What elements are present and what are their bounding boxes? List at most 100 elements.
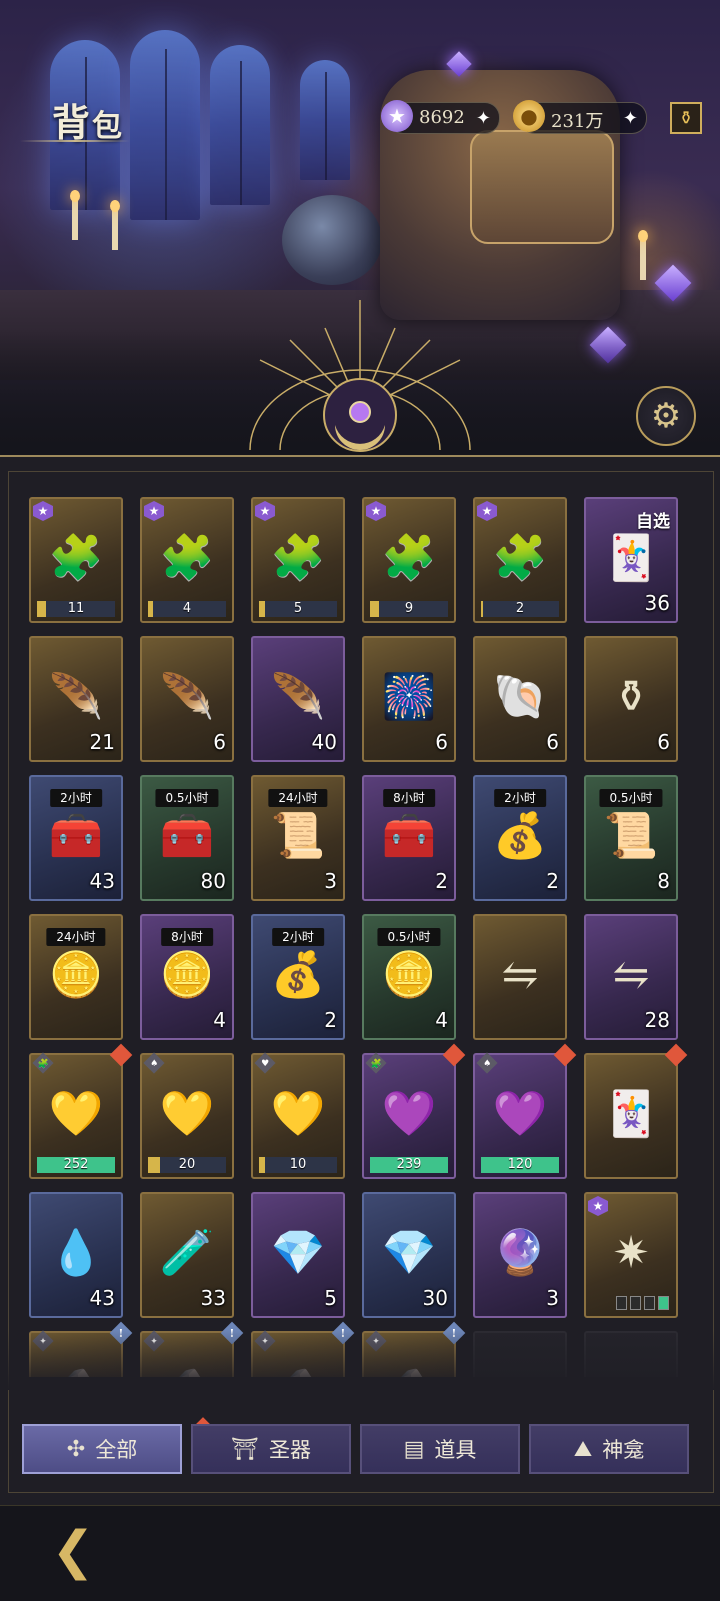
progress-count: 10	[289, 1157, 307, 1172]
tab-props[interactable]: ▤ 道具	[360, 1424, 520, 1474]
inventory-item[interactable]: 💛 🧩 252	[29, 1043, 133, 1179]
inventory-item[interactable]: ⚱ 6	[584, 636, 678, 762]
red-dot-badge	[553, 1043, 577, 1067]
inventory-item[interactable]: 💛 ♥ 10	[251, 1052, 345, 1179]
inventory-item[interactable]: 🧰 0.5小时 80	[140, 775, 234, 901]
item-icon: 🧪	[159, 1227, 215, 1279]
inventory-item[interactable]: 💛 ♠ 20	[140, 1052, 234, 1179]
all-icon: ✣	[66, 1436, 86, 1462]
inventory-item[interactable]: 💰 2小时 2	[251, 914, 345, 1040]
inventory-item[interactable]: 🧩 ★ 9	[362, 497, 456, 623]
inventory-item[interactable]: 💜 🧩 239	[362, 1043, 466, 1179]
item-icon: 💜	[492, 1088, 548, 1140]
potion-bag-button[interactable]: ⚱	[670, 102, 702, 134]
page-title-main: 背	[52, 100, 93, 145]
candle	[638, 230, 648, 280]
inventory-item[interactable]: 🪶 6	[140, 636, 234, 762]
inventory-item[interactable]: 💎 30	[362, 1192, 456, 1318]
inventory-item[interactable]: 💜 ♠ 120	[473, 1043, 577, 1179]
item-icon: 💎	[270, 1227, 326, 1279]
inventory-item[interactable]: 💰 2小时 2	[473, 775, 567, 901]
candle	[70, 190, 80, 240]
progress-count: 4	[182, 601, 192, 616]
inventory-item[interactable]: ✷ ★	[584, 1192, 678, 1318]
back-button[interactable]: ❮	[38, 1518, 108, 1584]
item-icon: 🪙	[381, 949, 437, 1001]
item-quantity: 80	[200, 869, 226, 893]
slot-pip	[658, 1296, 669, 1310]
inventory-item[interactable]: 🃏 自选 36	[584, 497, 678, 623]
item-icon: 🪙	[48, 949, 104, 1001]
teapot-illustration	[282, 195, 382, 285]
inventory-item[interactable]: 📜 0.5小时 8	[584, 775, 678, 901]
category-corner-icon: 🧩	[365, 1052, 387, 1074]
tab-shrine[interactable]: ⛰ 神龛	[529, 1424, 689, 1474]
item-icon: 💰	[492, 810, 548, 862]
inventory-item[interactable]: 💧 43	[29, 1192, 123, 1318]
item-quantity: 43	[89, 1286, 115, 1310]
inventory-item[interactable]: 🧩 ★ 11	[29, 497, 123, 623]
duration-tag: 0.5小时	[599, 789, 663, 807]
inventory-item[interactable]: 🧩 ★ 2	[473, 497, 567, 623]
inventory-item[interactable]: 🪶 21	[29, 636, 123, 762]
inventory-item[interactable]: 🧪 33	[140, 1192, 234, 1318]
stained-window	[130, 30, 200, 220]
relic-icon: ⛩	[231, 1436, 259, 1462]
inventory-item[interactable]: 🪙 8小时 4	[140, 914, 234, 1040]
inventory-item[interactable]: ⇋	[473, 914, 567, 1040]
rarity-star-icon: ★	[588, 1196, 608, 1216]
inventory-item[interactable]: 🪶 40	[251, 636, 345, 762]
settings-button[interactable]: ⚙	[636, 386, 696, 446]
tab-relic-label: 圣器	[268, 1438, 311, 1462]
item-quantity: 5	[324, 1286, 337, 1310]
page-title: 背包	[52, 92, 124, 147]
item-quantity: 28	[644, 1008, 670, 1032]
inventory-item[interactable]: 🎆 6	[362, 636, 456, 762]
inventory-item[interactable]: 📜 24小时 3	[251, 775, 345, 901]
item-quantity: 33	[200, 1286, 226, 1310]
item-quantity: 30	[422, 1286, 448, 1310]
category-symbol: ♠	[482, 1057, 492, 1069]
item-quantity: 21	[89, 730, 115, 754]
duration-tag: 2小时	[494, 789, 546, 807]
inventory-item[interactable]: 🧩 ★ 4	[140, 497, 234, 623]
category-symbol: ♥	[260, 1057, 270, 1069]
inventory-item[interactable]: 🧩 ★ 5	[251, 497, 345, 623]
slot-pip	[644, 1296, 655, 1310]
progress-count: 5	[293, 601, 303, 616]
item-quantity: 6	[546, 730, 559, 754]
category-corner-icon: ♠	[476, 1052, 498, 1074]
item-icon: 💛	[270, 1088, 326, 1140]
inventory-item[interactable]: 🧰 2小时 43	[29, 775, 123, 901]
tab-relic[interactable]: ⛩ 圣器	[191, 1424, 351, 1474]
inventory-item[interactable]: 🐚 6	[473, 636, 567, 762]
item-icon: 🔮	[492, 1227, 548, 1279]
item-icon: 🧩	[492, 532, 548, 584]
item-quantity: 40	[311, 730, 337, 754]
category-corner-icon: ♥	[254, 1052, 276, 1074]
inventory-item[interactable]: 🃏	[584, 1043, 688, 1179]
fragment-progress-bar: 9	[370, 601, 448, 617]
inventory-item[interactable]: ⇋ 28	[584, 914, 678, 1040]
inventory-item[interactable]: 🔮 3	[473, 1192, 567, 1318]
inventory-item[interactable]: 💎 5	[251, 1192, 345, 1318]
item-quantity: 36	[644, 591, 670, 615]
duration-tag: 24小时	[268, 789, 328, 807]
gold-value: 231万	[551, 111, 604, 132]
duration-tag: 8小时	[161, 928, 213, 946]
inventory-item[interactable]: 🪙 0.5小时 4	[362, 914, 456, 1040]
upgrade-slots	[616, 1296, 669, 1310]
add-gold-button[interactable]: ✦	[623, 108, 638, 129]
add-star-gem-button[interactable]: ✦	[476, 108, 491, 129]
tab-all[interactable]: ✣ 全部	[22, 1424, 182, 1474]
progress-count: 239	[396, 1157, 422, 1172]
item-icon: ⚱	[612, 671, 650, 723]
star-gem-value: 8692	[419, 107, 465, 128]
tab-props-label: 道具	[434, 1438, 477, 1462]
inventory-item[interactable]: 🪙 24小时	[29, 914, 123, 1040]
item-quantity: 6	[657, 730, 670, 754]
inventory-item[interactable]: 🧰 8小时 2	[362, 775, 456, 901]
progress-count: 2	[515, 601, 525, 616]
fragment-progress-bar: 11	[37, 601, 115, 617]
item-quantity: 6	[213, 730, 226, 754]
